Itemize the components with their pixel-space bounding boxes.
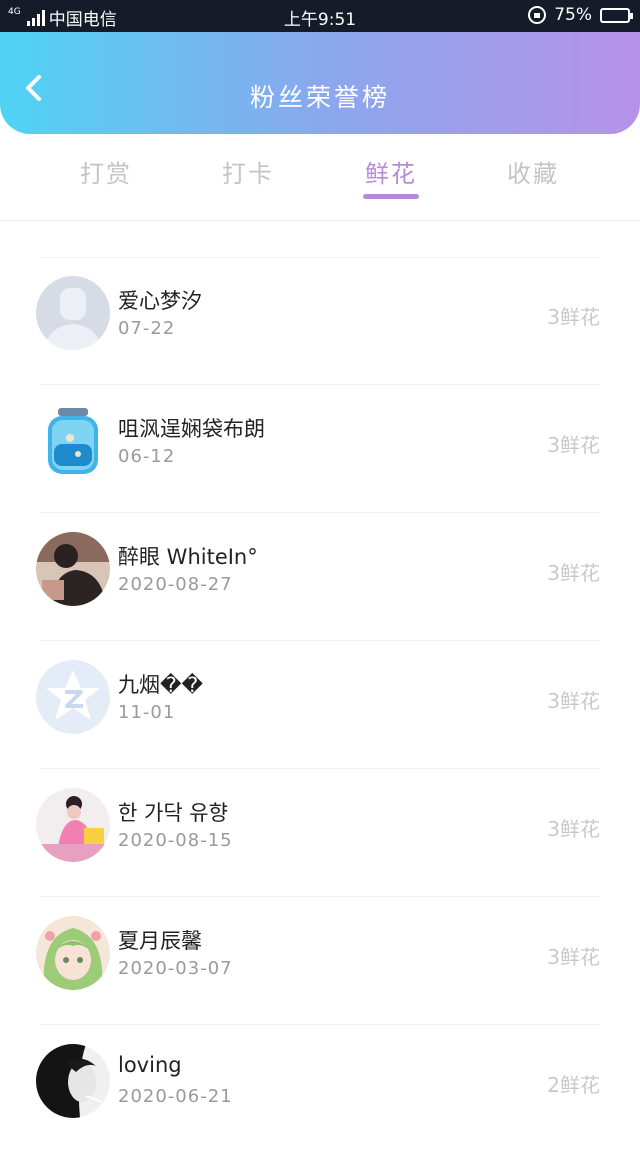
list-item[interactable]: 爱心梦汐 07-22 3鲜花: [0, 257, 640, 385]
avatar: [36, 404, 110, 478]
anime-girl-avatar-icon: [36, 916, 110, 990]
default-person-avatar-icon: [36, 276, 110, 350]
status-right: 75%: [528, 5, 633, 25]
avatar: [36, 276, 110, 350]
bw-portrait-avatar-icon: [36, 1044, 110, 1118]
fan-name: 爱心梦汐: [118, 289, 202, 313]
list-item[interactable]: 咀沨逞娴袋布朗 06-12 3鲜花: [0, 385, 640, 513]
fan-date: 2020-08-15: [118, 830, 233, 851]
photo-avatar-icon: [36, 532, 110, 606]
flower-count: 3鲜花: [547, 689, 600, 713]
avatar: [36, 532, 110, 606]
fan-name: 九烟��: [118, 673, 204, 697]
fan-name: 咀沨逞娴袋布朗: [118, 417, 265, 441]
tab-favorites[interactable]: 收藏: [478, 154, 588, 189]
fan-name: 한 가닥 유향: [118, 801, 228, 825]
battery-percent: 75%: [554, 5, 592, 25]
avatar: [36, 916, 110, 990]
qq-star-avatar-icon: [36, 660, 110, 734]
glass-jar-avatar-icon: [36, 404, 110, 478]
tab-checkin[interactable]: 打卡: [193, 154, 303, 189]
tab-bar: 打赏 打卡 鲜花 收藏: [0, 134, 640, 221]
battery-icon: [600, 7, 633, 23]
fan-date: 2020-08-27: [118, 574, 233, 595]
flower-count: 3鲜花: [547, 561, 600, 585]
flower-count: 3鲜花: [547, 817, 600, 841]
fan-date: 07-22: [118, 318, 176, 339]
list-item[interactable]: 夏月辰馨 2020-03-07 3鲜花: [0, 897, 640, 1025]
fan-date: 2020-06-21: [118, 1086, 233, 1107]
tab-tips[interactable]: 打赏: [51, 154, 161, 189]
page-title: 粉丝荣誉榜: [249, 83, 390, 112]
list-item[interactable]: 한 가닥 유향 2020-08-15 3鲜花: [0, 769, 640, 897]
avatar: [36, 660, 110, 734]
tab-flowers[interactable]: 鲜花: [336, 154, 446, 189]
list-item[interactable]: 九烟�� 11-01 3鲜花: [0, 641, 640, 769]
avatar: [36, 1044, 110, 1118]
flower-count: 3鲜花: [547, 433, 600, 457]
header-bar: 粉丝荣誉榜: [0, 32, 640, 134]
fan-date: 11-01: [118, 702, 176, 723]
photo-avatar-icon: [36, 788, 110, 862]
rotation-lock-icon: [528, 6, 547, 24]
list-item[interactable]: loving 2020-06-21 2鲜花: [0, 1025, 640, 1153]
status-bar: 4G 中国电信 上午9:51 75%: [0, 0, 640, 32]
flower-count: 3鲜花: [547, 945, 600, 969]
fan-name: 夏月辰馨: [118, 929, 202, 953]
fan-name: loving: [118, 1053, 182, 1077]
avatar: [36, 788, 110, 862]
flower-count: 3鲜花: [547, 305, 600, 329]
fan-name: 醉眼 WhiteIn°: [118, 545, 258, 569]
active-tab-indicator: [363, 194, 419, 199]
fan-date: 2020-03-07: [118, 958, 233, 979]
fan-date: 06-12: [118, 446, 176, 467]
flower-count: 2鲜花: [547, 1073, 600, 1097]
list-item[interactable]: 醉眼 WhiteIn° 2020-08-27 3鲜花: [0, 513, 640, 641]
